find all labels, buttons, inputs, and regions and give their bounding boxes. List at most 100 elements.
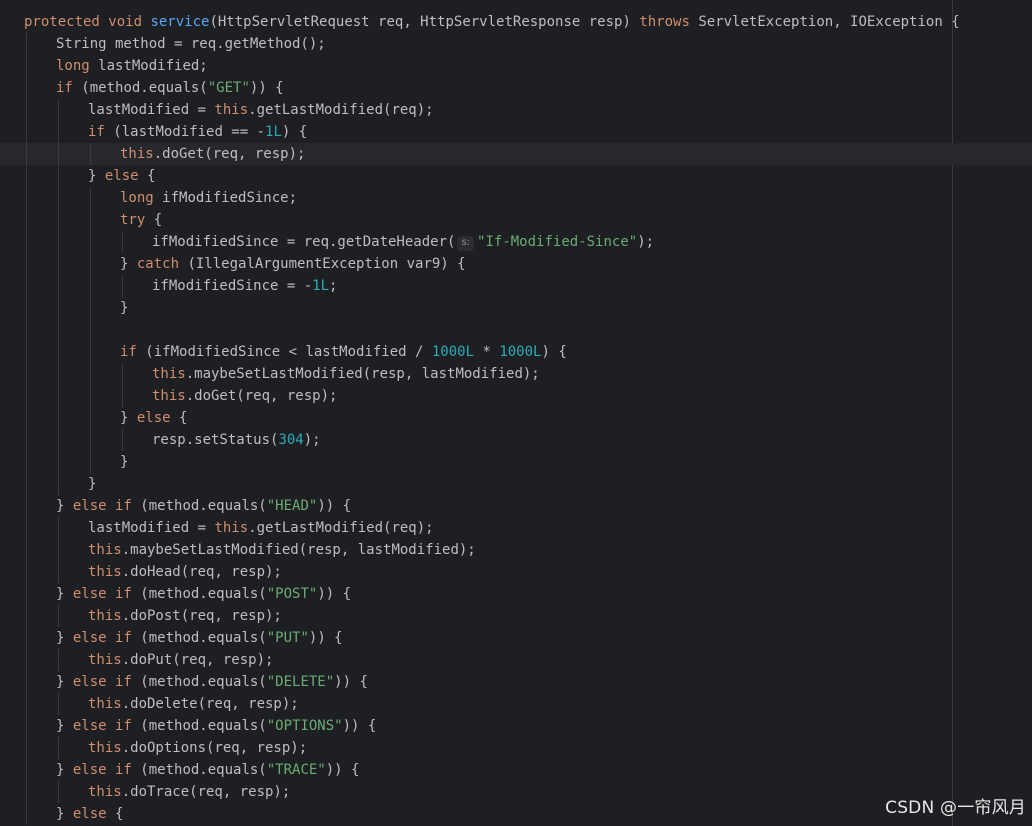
indent-guide [90, 253, 91, 275]
indent-guide [26, 143, 27, 165]
indent-guide [26, 341, 27, 363]
keyword-token: else if [72, 674, 141, 690]
code-token: ) { [281, 124, 308, 140]
code-token: (method.equals( [140, 762, 267, 778]
code-line-text: this.doDelete(req, resp); [88, 693, 299, 715]
code-line[interactable]: this.doGet(req, resp); [0, 385, 1032, 407]
code-line[interactable]: String method = req.getMethod(); [0, 33, 1032, 55]
code-token: ifModifiedSince = - [152, 278, 313, 294]
number-literal-token: 1L [265, 124, 282, 140]
indent-guide [58, 539, 59, 561]
code-line[interactable]: } else if (method.equals("TRACE")) { [0, 759, 1032, 781]
code-token: } [88, 168, 105, 184]
code-line[interactable]: } [0, 473, 1032, 495]
code-line[interactable]: } else { [0, 407, 1032, 429]
indent-guide [26, 363, 27, 385]
code-line-text: this.doHead(req, resp); [88, 561, 282, 583]
code-editor[interactable]: protected void service(HttpServletReques… [0, 0, 1032, 826]
code-line[interactable]: } catch (IllegalArgumentException var9) … [0, 253, 1032, 275]
code-line[interactable]: this.maybeSetLastModified(resp, lastModi… [0, 539, 1032, 561]
code-token: )) { [249, 80, 284, 96]
code-line[interactable]: if (ifModifiedSince < lastModified / 100… [0, 341, 1032, 363]
code-line-current[interactable]: this.doGet(req, resp); [0, 143, 1032, 165]
indent-guide [58, 143, 59, 165]
code-token: } [88, 476, 97, 492]
code-line-text: this.maybeSetLastModified(resp, lastModi… [152, 363, 540, 385]
code-line[interactable]: } else if (method.equals("OPTIONS")) { [0, 715, 1032, 737]
code-line[interactable]: protected void service(HttpServletReques… [0, 11, 1032, 33]
keyword-token: if [88, 124, 114, 140]
code-token: lastModified = [88, 102, 215, 118]
code-line[interactable]: this.doHead(req, resp); [0, 561, 1032, 583]
code-token: } [120, 256, 137, 272]
code-token: .doGet(req, resp); [185, 388, 338, 404]
number-literal-token: 1L [312, 278, 330, 294]
code-line[interactable]: if (lastModified == -1L) { [0, 121, 1032, 143]
code-line[interactable]: try { [0, 209, 1032, 231]
keyword-token: long [56, 58, 99, 74]
code-token: { [153, 212, 163, 228]
indent-guide [26, 99, 27, 121]
code-line[interactable]: } else { [0, 803, 1032, 825]
code-line[interactable]: } [0, 451, 1032, 473]
string-literal-token: "PUT" [266, 630, 309, 646]
indent-guide [58, 451, 59, 473]
code-line-text: } else { [88, 165, 155, 187]
code-line[interactable]: ifModifiedSince = -1L; [0, 275, 1032, 297]
code-area[interactable]: protected void service(HttpServletReques… [0, 11, 1032, 825]
code-line-text: this.maybeSetLastModified(resp, lastModi… [88, 539, 476, 561]
indent-guide [58, 253, 59, 275]
code-line[interactable]: ifModifiedSince = req.getDateHeader(s: "I… [0, 231, 1032, 253]
code-line[interactable]: lastModified = this.getLastModified(req)… [0, 517, 1032, 539]
number-literal-token: 1000L [499, 344, 542, 360]
code-line[interactable]: this.doDelete(req, resp); [0, 693, 1032, 715]
code-line[interactable]: this.doPost(req, resp); [0, 605, 1032, 627]
code-token: ifModifiedSince = req.getDateHeader( [152, 234, 456, 250]
indent-guide [26, 407, 27, 429]
indent-guide [90, 451, 91, 473]
string-literal-token: "POST" [266, 586, 318, 602]
code-line[interactable]: this.maybeSetLastModified(resp, lastModi… [0, 363, 1032, 385]
indent-guide [90, 143, 91, 165]
code-token: (method.equals( [140, 630, 267, 646]
code-token: } [56, 674, 73, 690]
keyword-token: else if [72, 762, 141, 778]
code-line[interactable]: } [0, 297, 1032, 319]
code-line[interactable]: long lastModified; [0, 55, 1032, 77]
code-token: String method = req.getMethod(); [56, 36, 326, 52]
code-line[interactable]: } else if (method.equals("HEAD")) { [0, 495, 1032, 517]
code-line[interactable]: } else if (method.equals("DELETE")) { [0, 671, 1032, 693]
indent-guide [26, 495, 27, 517]
code-line[interactable]: this.doTrace(req, resp); [0, 781, 1032, 803]
code-token: .doPost(req, resp); [121, 608, 282, 624]
indent-guide [58, 319, 59, 341]
code-token: (IllegalArgumentException var9) { [187, 256, 466, 272]
code-line-text: protected void service(HttpServletReques… [24, 11, 960, 33]
code-line-text: } else if (method.equals("OPTIONS")) { [56, 715, 376, 737]
indent-guide [58, 297, 59, 319]
code-line[interactable] [0, 319, 1032, 341]
code-line-text: this.doPost(req, resp); [88, 605, 282, 627]
code-line[interactable]: this.doPut(req, resp); [0, 649, 1032, 671]
code-line-text: if (ifModifiedSince < lastModified / 100… [120, 341, 567, 363]
code-line[interactable]: long ifModifiedSince; [0, 187, 1032, 209]
code-token: ); [303, 432, 321, 448]
indent-guide [26, 33, 27, 55]
code-token: .maybeSetLastModified(resp, lastModified… [121, 542, 476, 558]
code-line-text: this.doGet(req, resp); [152, 385, 337, 407]
code-line-text: } else if (method.equals("HEAD")) { [56, 495, 351, 517]
code-token: .doHead(req, resp); [121, 564, 282, 580]
keyword-token: else if [72, 630, 141, 646]
code-line[interactable]: this.doOptions(req, resp); [0, 737, 1032, 759]
code-line[interactable]: if (method.equals("GET")) { [0, 77, 1032, 99]
code-line[interactable]: resp.setStatus(304); [0, 429, 1032, 451]
code-line[interactable]: lastModified = this.getLastModified(req)… [0, 99, 1032, 121]
code-line[interactable]: } else if (method.equals("PUT")) { [0, 627, 1032, 649]
number-literal-token: 304 [278, 432, 304, 448]
keyword-token: long [120, 190, 163, 206]
code-line[interactable]: } else if (method.equals("POST")) { [0, 583, 1032, 605]
code-line[interactable]: } else { [0, 165, 1032, 187]
method-name-token: service [150, 14, 210, 30]
indent-guide [26, 231, 27, 253]
code-token: } [120, 300, 129, 316]
